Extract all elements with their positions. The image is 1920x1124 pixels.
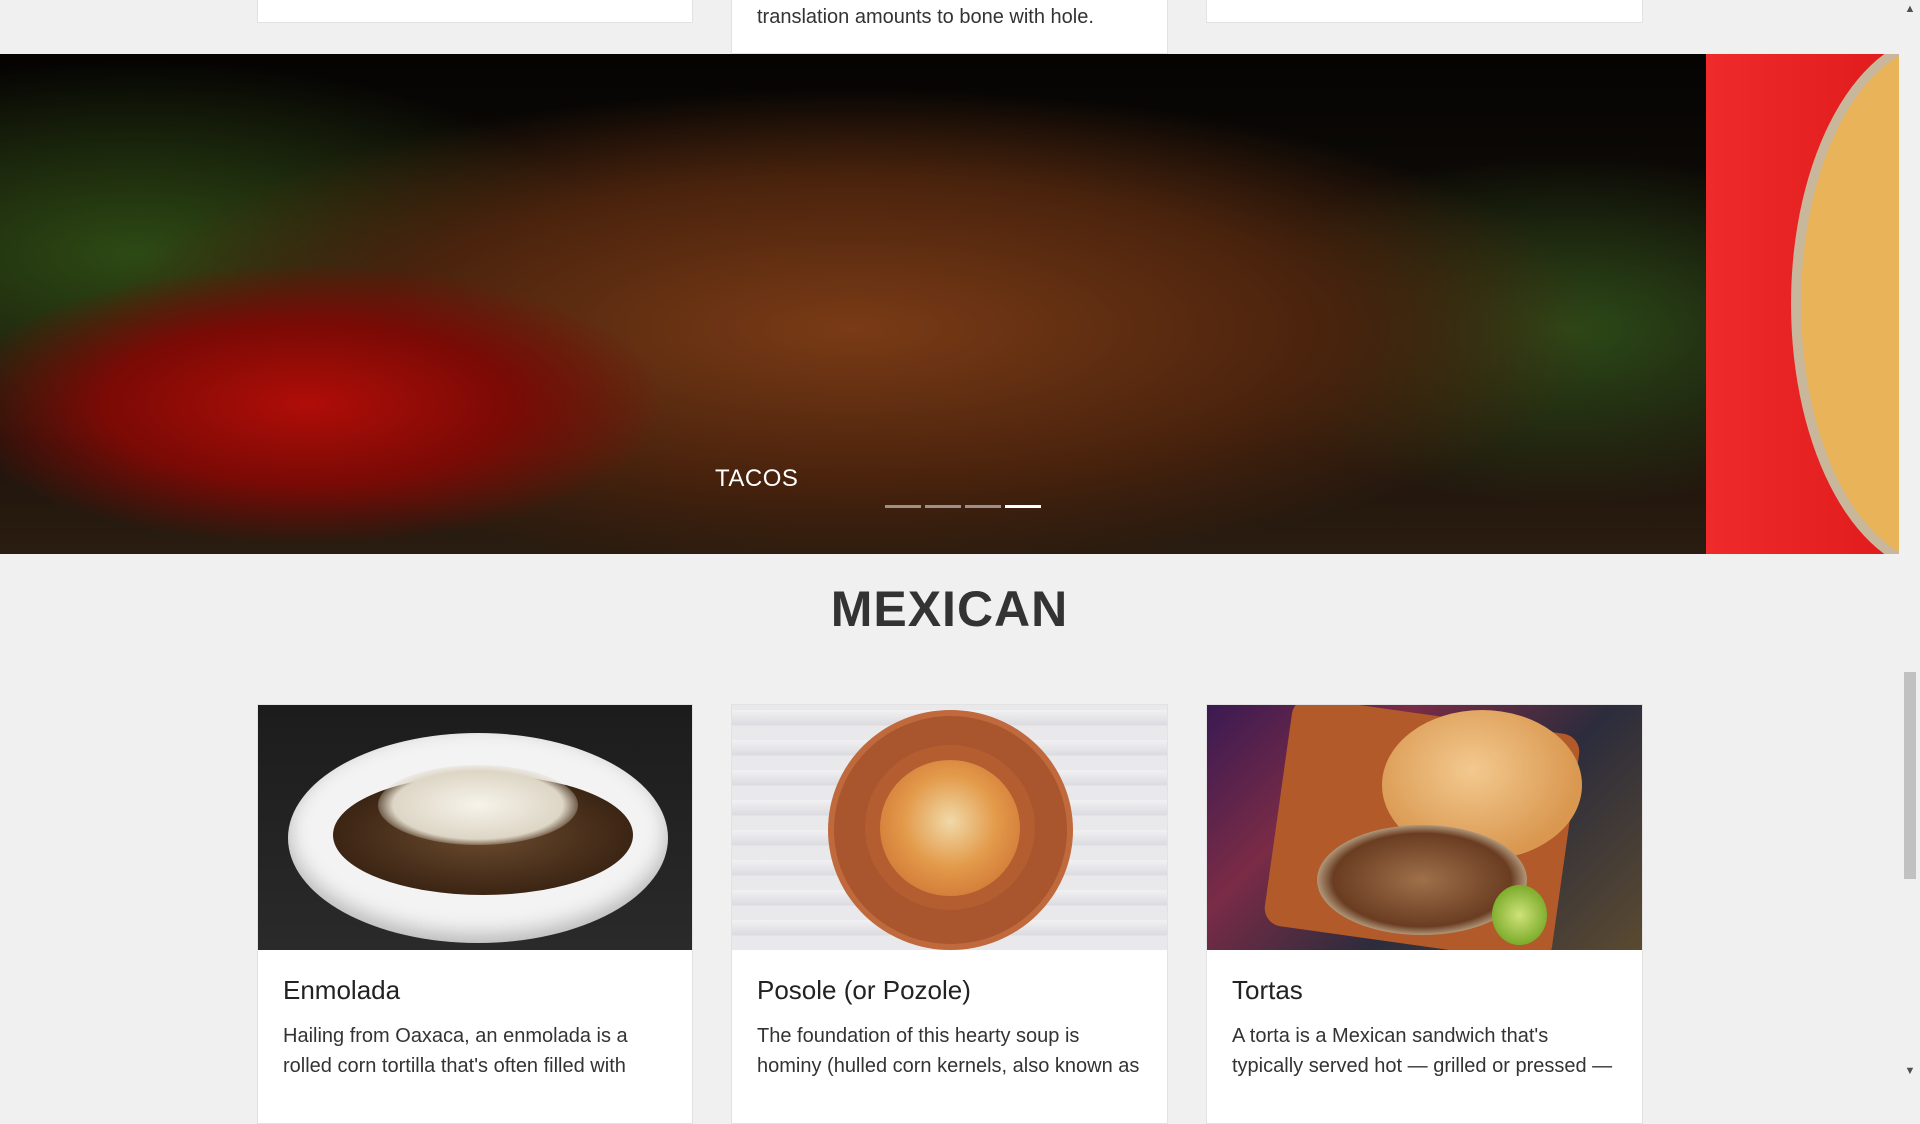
recipe-title[interactable]: Tortas [1232, 975, 1303, 1006]
scrollbar-thumb[interactable] [1904, 672, 1916, 879]
recipe-card-top-middle: translation amounts to bone with hole. [731, 0, 1168, 54]
recipe-card-posole[interactable]: Posole (or Pozole) The foundation of thi… [731, 704, 1168, 1124]
posole-image[interactable] [732, 705, 1167, 950]
carousel-slide-next-image[interactable] [1706, 54, 1899, 554]
recipe-title[interactable]: Posole (or Pozole) [757, 975, 971, 1006]
recipe-card-top-right [1206, 0, 1643, 23]
page-scrollbar[interactable]: ▲ ▼ [1900, 0, 1920, 1080]
recipe-description: A torta is a Mexican sandwich that's typ… [1232, 1025, 1613, 1077]
section-title: MEXICAN [830, 581, 1069, 637]
carousel-indicator-1[interactable] [885, 505, 921, 508]
soup-shape [880, 760, 1020, 896]
recipe-description: Hailing from Oaxaca, an enmolada is a ro… [283, 1025, 628, 1077]
recipe-description-tail: translation amounts to bone with hole. [757, 6, 1094, 28]
scroll-up-icon[interactable]: ▲ [1900, 0, 1920, 18]
recipe-card-top-left [257, 0, 693, 23]
cheese-shape [378, 765, 578, 845]
carousel-slide-tacos-image[interactable] [0, 54, 1706, 554]
carousel-indicator-2[interactable] [925, 505, 961, 508]
recipe-description: The foundation of this hearty soup is ho… [757, 1025, 1140, 1077]
carousel-caption: TACOS [715, 465, 799, 492]
carousel-indicators [885, 505, 1041, 508]
dish-carousel[interactable]: TACOS [0, 54, 1899, 554]
recipe-title[interactable]: Enmolada [283, 975, 400, 1006]
tortas-image[interactable] [1207, 705, 1642, 950]
carousel-indicator-3[interactable] [965, 505, 1001, 508]
recipe-card-tortas[interactable]: Tortas A torta is a Mexican sandwich tha… [1206, 704, 1643, 1124]
carousel-indicator-4[interactable] [1005, 505, 1041, 508]
lime-shape [1492, 885, 1547, 945]
scroll-down-icon[interactable]: ▼ [1900, 1062, 1920, 1080]
enmolada-image[interactable] [258, 705, 692, 950]
plate-image [1791, 54, 1899, 554]
recipe-card-enmolada[interactable]: Enmolada Hailing from Oaxaca, an enmolad… [257, 704, 693, 1124]
